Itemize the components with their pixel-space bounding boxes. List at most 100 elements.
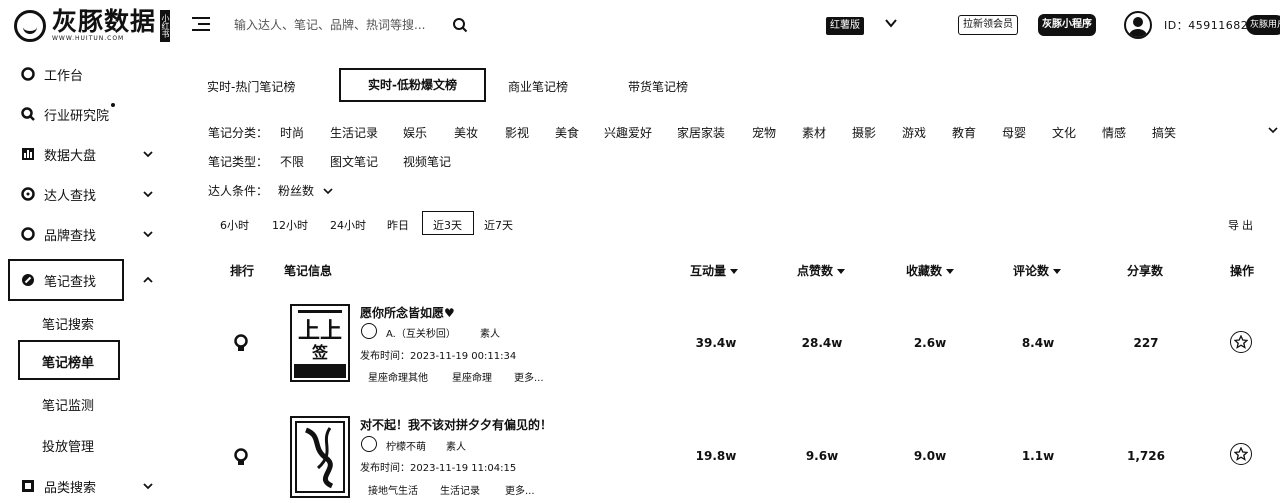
creator-filter-select[interactable]: 粉丝数	[278, 182, 314, 199]
type-option[interactable]: 视频笔记	[403, 153, 451, 170]
brand-name: 灰豚数据	[52, 7, 157, 36]
category-option[interactable]: 家居家装	[677, 124, 725, 141]
search-icon[interactable]	[452, 17, 468, 33]
sidebar-item-category-search[interactable]: 品类搜索	[0, 466, 170, 503]
note-title[interactable]: 对不起！我不该对拼夕夕有偏见的！	[360, 416, 552, 433]
chevron-down-icon[interactable]	[884, 16, 898, 30]
category-filter: 笔记分类： 时尚 生活记录 娱乐 美妆 影视 美食 兴趣爱好 家居家装 宠物 素…	[208, 124, 1268, 142]
category-option[interactable]: 摄影	[852, 124, 876, 141]
sidebar-item-creator-search[interactable]: 达人查找	[0, 174, 170, 214]
chevron-down-icon	[143, 483, 153, 490]
note-tag[interactable]: 星座命理其他	[368, 369, 428, 384]
category-option[interactable]: 文化	[1052, 124, 1076, 141]
category-option[interactable]: 母婴	[1002, 124, 1026, 141]
miniapp-button[interactable]: 灰豚小程序	[1038, 14, 1096, 36]
menu-toggle-icon[interactable]	[192, 16, 210, 32]
star-icon	[1234, 447, 1248, 461]
type-option[interactable]: 图文笔记	[330, 153, 378, 170]
sidebar-item-research[interactable]: 行业研究院	[0, 94, 170, 134]
sidebar-item-workbench[interactable]: 工作台	[0, 54, 170, 94]
time-range-option-selected[interactable]: 近3天	[433, 217, 462, 233]
sidebar-subitem-note-ranking[interactable]: 笔记榜单	[42, 352, 94, 371]
collects-value: 9.0w	[913, 449, 947, 463]
export-button[interactable]: 导出	[1228, 217, 1256, 233]
column-header-likes[interactable]: 点赞数	[797, 262, 846, 279]
favorite-button[interactable]	[1230, 443, 1252, 465]
shares-value: 227	[1133, 336, 1159, 350]
tab-low-fan-viral[interactable]: 实时-低粉爆文榜	[339, 68, 486, 102]
category-option[interactable]: 宠物	[752, 124, 776, 141]
category-option[interactable]: 教育	[952, 124, 976, 141]
author-avatar[interactable]	[361, 323, 377, 339]
svg-text:上上: 上上	[298, 318, 342, 344]
note-tag[interactable]: 生活记录	[440, 482, 480, 497]
chevron-up-icon	[143, 276, 153, 283]
category-option[interactable]: 美食	[555, 124, 579, 141]
author-avatar[interactable]	[361, 436, 377, 452]
more-tags[interactable]: 更多...	[514, 369, 544, 384]
active-nav-highlight	[8, 259, 124, 301]
note-cover-image	[295, 421, 345, 493]
note-thumbnail[interactable]	[290, 416, 350, 498]
time-range-option[interactable]: 昨日	[387, 217, 409, 233]
sidebar-item-brand-search[interactable]: 品牌查找	[0, 214, 170, 254]
category-option[interactable]: 游戏	[902, 124, 926, 141]
column-header-collects[interactable]: 收藏数	[906, 262, 955, 279]
comments-value: 1.1w	[1021, 449, 1055, 463]
new-badge	[111, 103, 115, 107]
brand-tag: 小红书	[160, 10, 171, 42]
version-badge[interactable]: 红薯版	[826, 17, 864, 35]
note-tag[interactable]: 星座命理	[452, 369, 492, 384]
chevron-down-icon	[143, 151, 153, 158]
sidebar-item-data-overview[interactable]: 数据大盘	[0, 134, 170, 174]
creator-filter-label: 达人条件：	[208, 184, 269, 198]
sidebar-item-label: 数据大盘	[44, 148, 97, 164]
note-title[interactable]: 愿你所念皆如愿♥	[360, 304, 455, 321]
sidebar-subitem-note-search[interactable]: 笔记搜索	[42, 314, 94, 333]
category-option[interactable]: 影视	[505, 124, 529, 141]
category-option[interactable]: 生活记录	[330, 124, 378, 141]
time-range-option[interactable]: 6小时	[220, 217, 249, 233]
sidebar-subitem-note-monitor[interactable]: 笔记监测	[42, 395, 94, 414]
avatar[interactable]	[1124, 11, 1152, 39]
column-header-rank: 排行	[230, 264, 255, 278]
author-name[interactable]: A.（互关秒回）	[386, 325, 456, 340]
column-header-interaction[interactable]: 互动量	[690, 262, 739, 279]
time-range-option[interactable]: 12小时	[272, 217, 308, 233]
tab-hot-notes[interactable]: 实时-热门笔记榜	[207, 78, 295, 95]
note-tag[interactable]: 接地气生活	[368, 482, 418, 497]
category-option[interactable]: 时尚	[280, 124, 304, 141]
user-search-icon	[21, 187, 35, 201]
time-range-option[interactable]: 近7天	[484, 217, 513, 233]
user-pill[interactable]: 灰豚用户	[1246, 15, 1280, 35]
chevron-down-icon[interactable]	[1268, 124, 1278, 136]
author-tag: 素人	[480, 329, 500, 340]
more-tags[interactable]: 更多...	[505, 482, 535, 497]
type-filter: 笔记类型： 不限 图文笔记 视频笔记	[208, 153, 508, 171]
time-range-option[interactable]: 24小时	[330, 217, 366, 233]
note-thumbnail[interactable]: 上上 签	[290, 304, 350, 382]
brand-logo[interactable]: 灰豚数据 WWW.HUITUN.COM 小红书	[14, 7, 171, 44]
category-option[interactable]: 素材	[802, 124, 826, 141]
category-icon	[22, 480, 34, 492]
member-button[interactable]: 拉新领会员	[958, 15, 1018, 35]
chevron-down-icon[interactable]	[322, 185, 334, 197]
author-name[interactable]: 柠檬不萌	[386, 438, 426, 453]
top-bar: 灰豚数据 WWW.HUITUN.COM 小红书 红薯版 拉新领会员 灰豚小程序 …	[0, 0, 1280, 52]
sidebar-subitem-ad-management[interactable]: 投放管理	[42, 436, 94, 455]
tab-commerce-notes[interactable]: 带货笔记榜	[628, 78, 688, 95]
tab-commercial-notes[interactable]: 商业笔记榜	[508, 78, 568, 95]
category-option[interactable]: 搞笑	[1152, 124, 1176, 141]
category-option[interactable]: 娱乐	[403, 124, 427, 141]
rank-medal-icon	[234, 448, 248, 465]
column-header-comments[interactable]: 评论数	[1013, 262, 1062, 279]
category-filter-label: 笔记分类：	[208, 126, 269, 140]
likes-value: 9.6w	[805, 449, 839, 463]
favorite-button[interactable]	[1230, 331, 1252, 353]
category-option[interactable]: 兴趣爱好	[604, 124, 652, 141]
rank-medal-icon	[234, 334, 248, 351]
type-option[interactable]: 不限	[280, 153, 304, 170]
search-input[interactable]	[234, 14, 434, 36]
category-option[interactable]: 情感	[1102, 124, 1126, 141]
category-option[interactable]: 美妆	[454, 124, 478, 141]
